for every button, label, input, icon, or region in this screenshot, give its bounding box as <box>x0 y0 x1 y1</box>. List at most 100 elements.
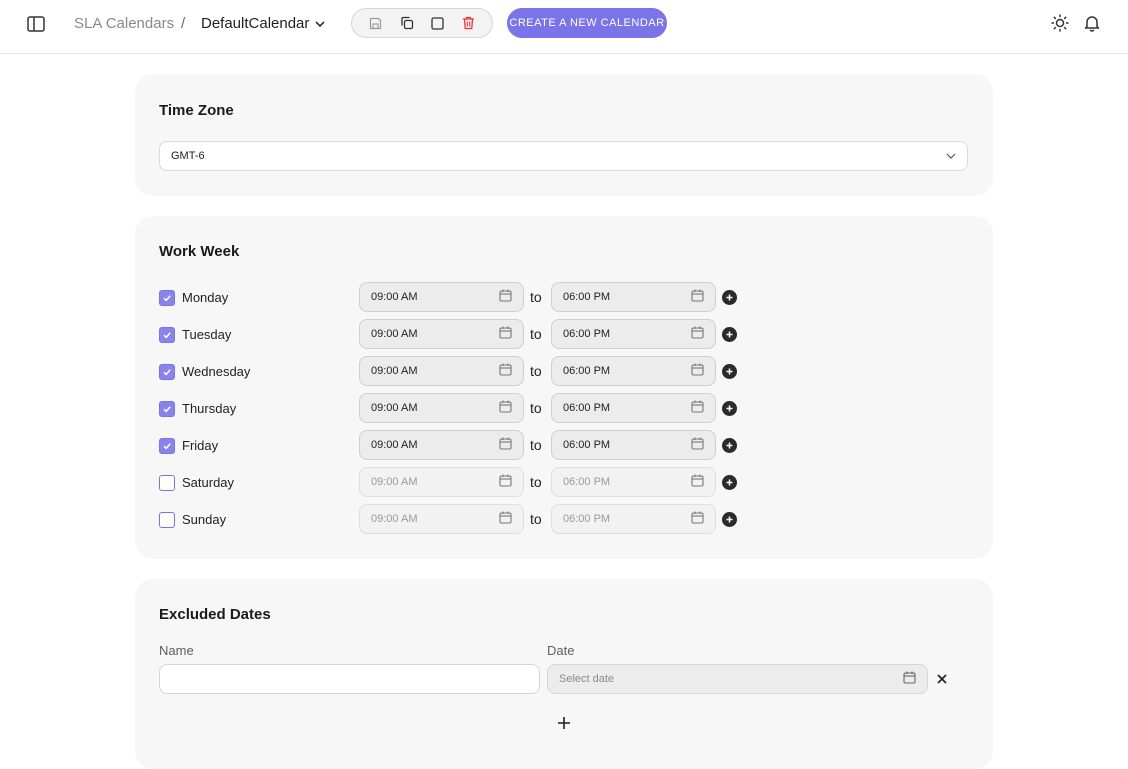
calendar-icon <box>691 326 704 342</box>
calendar-icon <box>691 400 704 416</box>
work-day-row: Friday 09:00 AM to 06:00 PM <box>159 430 759 460</box>
start-time-value: 09:00 AM <box>371 439 418 451</box>
trash-icon[interactable] <box>458 12 480 34</box>
breadcrumb-root[interactable]: SLA Calendars <box>74 15 174 32</box>
work-day-row: Tuesday 09:00 AM to 06:00 PM <box>159 319 759 349</box>
to-label: to <box>530 474 542 490</box>
add-time-range-icon[interactable] <box>722 290 737 305</box>
work-day-row: Thursday 09:00 AM to 06:00 PM <box>159 393 759 423</box>
day-checkbox[interactable] <box>159 438 175 454</box>
excluded-dates-card: Excluded Dates Name Date Select date <box>135 579 993 769</box>
calendar-icon <box>499 474 512 490</box>
start-time-input[interactable]: 09:00 AM <box>359 356 524 386</box>
day-checkbox[interactable] <box>159 290 175 306</box>
name-label: Name <box>159 643 194 658</box>
end-time-value: 06:00 PM <box>563 513 611 525</box>
work-day-row: Monday 09:00 AM to 06:00 PM <box>159 282 759 312</box>
start-time-input[interactable]: 09:00 AM <box>359 393 524 423</box>
day-label: Saturday <box>182 475 235 490</box>
chevron-down-icon <box>315 15 325 32</box>
date-placeholder: Select date <box>559 673 615 685</box>
day-label: Friday <box>182 438 219 453</box>
bell-icon[interactable] <box>1081 12 1103 34</box>
calendar-icon <box>691 289 704 305</box>
chevron-down-icon <box>946 150 956 162</box>
start-time-input[interactable]: 09:00 AM <box>359 467 524 497</box>
day-checkbox[interactable] <box>159 401 175 417</box>
calendar-icon <box>499 437 512 453</box>
start-time-value: 09:00 AM <box>371 328 418 340</box>
calendar-icon <box>691 474 704 490</box>
close-icon[interactable] <box>935 672 949 686</box>
start-time-value: 09:00 AM <box>371 291 418 303</box>
calendar-toolbar <box>351 8 493 38</box>
calendar-selector[interactable]: DefaultCalendar <box>201 15 325 32</box>
timezone-title: Time Zone <box>159 102 234 119</box>
calendar-icon <box>499 511 512 527</box>
day-label: Sunday <box>182 512 227 527</box>
to-label: to <box>530 400 542 416</box>
excluded-date-picker[interactable]: Select date <box>547 664 928 694</box>
add-time-range-icon[interactable] <box>722 438 737 453</box>
breadcrumb-separator: / <box>181 15 186 32</box>
top-bar: SLA Calendars / DefaultCalendar CREATE A… <box>0 0 1128 54</box>
calendar-icon <box>691 511 704 527</box>
start-time-value: 09:00 AM <box>371 513 418 525</box>
excluded-dates-title: Excluded Dates <box>159 606 271 623</box>
work-week-card: Work Week Monday 09:00 AM to 06:00 PM Tuesda… <box>135 216 993 559</box>
end-time-value: 06:00 PM <box>563 439 611 451</box>
save-icon[interactable] <box>365 12 387 34</box>
calendar-icon <box>903 671 916 687</box>
end-time-input[interactable]: 06:00 PM <box>551 430 716 460</box>
end-time-value: 06:00 PM <box>563 365 611 377</box>
start-time-value: 09:00 AM <box>371 476 418 488</box>
start-time-value: 09:00 AM <box>371 402 418 414</box>
start-time-input[interactable]: 09:00 AM <box>359 319 524 349</box>
day-label: Wednesday <box>182 364 251 379</box>
end-time-input[interactable]: 06:00 PM <box>551 467 716 497</box>
start-time-value: 09:00 AM <box>371 365 418 377</box>
add-time-range-icon[interactable] <box>722 475 737 490</box>
square-icon[interactable] <box>427 12 449 34</box>
to-label: to <box>530 326 542 342</box>
date-label: Date <box>547 643 575 658</box>
calendar-icon <box>691 437 704 453</box>
work-day-row: Sunday 09:00 AM to 06:00 PM <box>159 504 759 534</box>
day-checkbox[interactable] <box>159 512 175 528</box>
day-checkbox[interactable] <box>159 327 175 343</box>
day-checkbox[interactable] <box>159 364 175 380</box>
end-time-input[interactable]: 06:00 PM <box>551 319 716 349</box>
day-label: Monday <box>182 290 229 305</box>
start-time-input[interactable]: 09:00 AM <box>359 282 524 312</box>
add-time-range-icon[interactable] <box>722 364 737 379</box>
add-time-range-icon[interactable] <box>722 327 737 342</box>
sidebar-toggle-icon[interactable] <box>24 12 48 36</box>
to-label: to <box>530 511 542 527</box>
add-time-range-icon[interactable] <box>722 512 737 527</box>
to-label: to <box>530 363 542 379</box>
end-time-value: 06:00 PM <box>563 291 611 303</box>
create-calendar-button[interactable]: CREATE A NEW CALENDAR <box>507 8 667 38</box>
end-time-input[interactable]: 06:00 PM <box>551 282 716 312</box>
sun-icon[interactable] <box>1049 12 1071 34</box>
start-time-input[interactable]: 09:00 AM <box>359 504 524 534</box>
start-time-input[interactable]: 09:00 AM <box>359 430 524 460</box>
end-time-input[interactable]: 06:00 PM <box>551 356 716 386</box>
end-time-input[interactable]: 06:00 PM <box>551 393 716 423</box>
end-time-value: 06:00 PM <box>563 476 611 488</box>
copy-icon[interactable] <box>396 12 418 34</box>
day-label: Tuesday <box>182 327 232 342</box>
calendar-icon <box>499 400 512 416</box>
excluded-name-input[interactable] <box>159 664 540 694</box>
work-day-row: Wednesday 09:00 AM to 06:00 PM <box>159 356 759 386</box>
timezone-select[interactable]: GMT-6 <box>159 141 968 171</box>
add-time-range-icon[interactable] <box>722 401 737 416</box>
plus-icon[interactable] <box>555 714 573 732</box>
end-time-input[interactable]: 06:00 PM <box>551 504 716 534</box>
day-checkbox[interactable] <box>159 475 175 491</box>
timezone-value: GMT-6 <box>171 150 205 162</box>
end-time-value: 06:00 PM <box>563 328 611 340</box>
to-label: to <box>530 289 542 305</box>
calendar-icon <box>691 363 704 379</box>
calendar-icon <box>499 326 512 342</box>
